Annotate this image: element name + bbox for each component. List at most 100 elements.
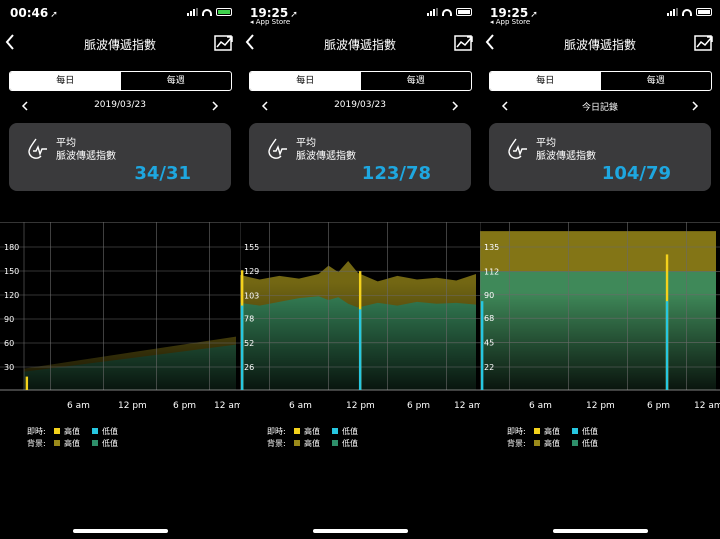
y-tick-label: 60 (4, 339, 14, 348)
date-navigator: 2019/03/23 (0, 98, 240, 114)
chart-svg: 180 150 120 90 60 30 (0, 222, 240, 391)
x-tick-label: 12 pm (586, 401, 615, 411)
legend-background-label: 背景: (267, 438, 286, 448)
x-tick-label: 6 am (289, 401, 312, 411)
x-tick-label: 12 pm (118, 401, 147, 411)
tab-weekly[interactable]: 每週 (601, 72, 712, 90)
x-axis-labels: 6 am 12 pm 6 pm 12 am (529, 401, 720, 411)
status-bar: 19:25 ➚ ◂ App Store (240, 0, 480, 30)
legend-swatch-instant-high (534, 428, 540, 434)
date-navigator: 2019/03/23 (240, 98, 480, 114)
instant-low-bar (358, 309, 362, 390)
x-axis-labels: 6 am 12 pm 6 pm 12 am (289, 401, 480, 411)
battery-icon (456, 8, 472, 16)
status-time: 00:46 ➚ (10, 6, 58, 20)
cellular-signal-icon (427, 8, 438, 16)
x-axis-labels: 6 am 12 pm 6 pm 12 am (67, 401, 240, 411)
legend-background-label: 背景: (27, 438, 46, 448)
legend-instant-label: 即時: (27, 426, 46, 436)
pwv-chart: 155 129 103 78 52 26 (240, 222, 480, 394)
pwv-chart: 135 112 90 68 45 22 (480, 222, 720, 394)
location-arrow-icon: ➚ (50, 10, 58, 20)
chart-fade-overlay (480, 292, 720, 390)
x-tick-label: 6 am (67, 401, 90, 411)
legend-instant-low: 低值 (582, 426, 598, 436)
x-tick-label: 12 am (694, 401, 720, 411)
status-bar: 00:46 ➚ (0, 0, 240, 30)
battery-icon (696, 8, 712, 16)
instant-high-bar (25, 376, 29, 390)
y-tick-label: 90 (4, 315, 14, 324)
chevron-right-icon[interactable] (210, 100, 220, 112)
x-tick-label: 6 pm (407, 401, 430, 411)
legend-background-high: 高值 (64, 438, 80, 448)
legend-instant-high: 高值 (544, 426, 560, 436)
instant-low-bar (480, 301, 484, 390)
back-to-app-link[interactable]: ◂ App Store (250, 18, 290, 26)
y-tick-label: 180 (4, 243, 19, 252)
x-tick-label: 6 pm (647, 401, 670, 411)
y-tick-label: 78 (244, 315, 254, 324)
home-indicator (553, 529, 648, 533)
page-title: 脈波傳遞指數 (323, 38, 396, 52)
location-arrow-icon: ➚ (530, 10, 538, 20)
legend-instant-high: 高值 (64, 426, 80, 436)
legend-background-high: 高值 (304, 438, 320, 448)
legend-swatch-background-low (92, 440, 98, 446)
average-card: 平均 脈波傳遞指數 123/78 (249, 123, 471, 191)
y-tick-label: 129 (244, 267, 259, 276)
tab-daily[interactable]: 每日 (490, 72, 601, 90)
legend-swatch-background-low (332, 440, 338, 446)
chart-legend: 即時: 高值 低值 背景: 高值 低值 (267, 425, 366, 449)
legend-instant-low: 低值 (102, 426, 118, 436)
card-label-metric: 脈波傳遞指數 (56, 151, 116, 162)
y-tick-label: 112 (484, 267, 499, 276)
line-chart-icon[interactable] (694, 34, 714, 52)
x-tick-label: 12 am (214, 401, 240, 411)
line-chart-icon[interactable] (454, 34, 474, 52)
legend-swatch-instant-low (332, 428, 338, 434)
legend-instant-low: 低值 (342, 426, 358, 436)
x-tick-label: 6 am (529, 401, 552, 411)
period-segmented-control: 每日 每週 (489, 71, 712, 91)
pwv-chart: 180 150 120 90 60 30 (0, 222, 240, 394)
back-to-app-link[interactable]: ◂ App Store (490, 18, 530, 26)
line-chart-icon[interactable] (214, 34, 234, 52)
average-value: 34/31 (134, 163, 191, 184)
y-tick-label: 150 (4, 267, 19, 276)
legend-background-low: 低值 (102, 438, 118, 448)
tab-weekly[interactable]: 每週 (361, 72, 472, 90)
y-tick-label: 155 (244, 243, 259, 252)
screen-2: 19:25 ➚ ◂ App Store 脈波傳遞指數 每日 每週 今日記錄 平均 … (480, 0, 720, 539)
legend-background-low: 低值 (582, 438, 598, 448)
chevron-right-icon[interactable] (690, 100, 700, 112)
y-tick-label: 135 (484, 243, 499, 252)
chart-legend: 即時: 高值 低值 背景: 高值 低值 (507, 425, 606, 449)
x-tick-label: 12 pm (346, 401, 375, 411)
instant-low-bar (665, 301, 669, 390)
card-label-metric: 脈波傳遞指數 (536, 151, 596, 162)
legend-background-high: 高值 (544, 438, 560, 448)
location-arrow-icon: ➚ (290, 10, 298, 20)
instant-low-bar (240, 305, 244, 390)
y-tick-label: 68 (484, 314, 494, 323)
y-tick-label: 26 (244, 363, 254, 372)
tab-daily[interactable]: 每日 (10, 72, 121, 90)
screen-1: 19:25 ➚ ◂ App Store 脈波傳遞指數 每日 每週 2019/03/… (240, 0, 480, 539)
tab-weekly[interactable]: 每週 (121, 72, 232, 90)
nav-header: 脈波傳遞指數 (240, 30, 480, 58)
average-value: 123/78 (361, 163, 431, 184)
date-navigator: 今日記錄 (480, 98, 720, 114)
legend-instant-label: 即時: (507, 426, 526, 436)
chevron-right-icon[interactable] (450, 100, 460, 112)
tab-daily[interactable]: 每日 (250, 72, 361, 90)
page-title: 脈波傳遞指數 (83, 38, 156, 52)
chart-fade-overlay (0, 282, 240, 390)
home-indicator (313, 529, 408, 533)
legend-instant-label: 即時: (267, 426, 286, 436)
battery-icon (216, 8, 232, 16)
nav-header: 脈波傳遞指數 (480, 30, 720, 58)
status-bar: 19:25 ➚ ◂ App Store (480, 0, 720, 30)
nav-header: 脈波傳遞指數 (0, 30, 240, 58)
card-label-metric: 脈波傳遞指數 (296, 151, 356, 162)
